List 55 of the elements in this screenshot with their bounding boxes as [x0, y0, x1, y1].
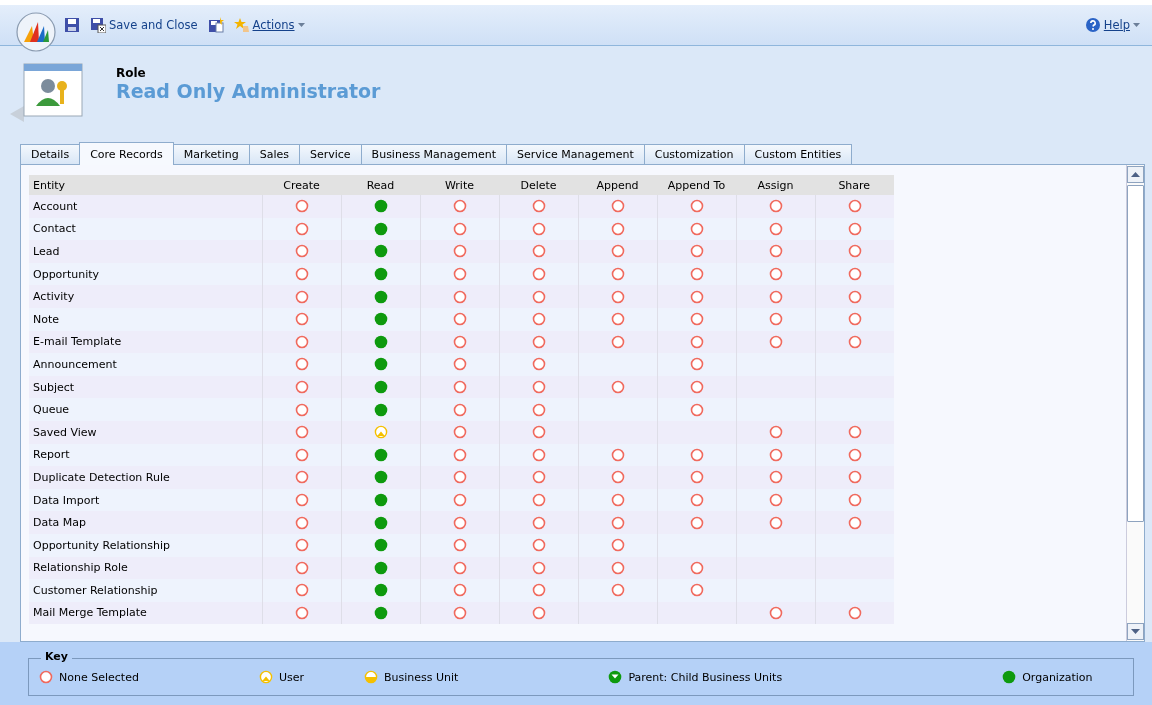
help-button[interactable]: Help	[1082, 17, 1142, 33]
column-header: Delete	[499, 175, 578, 195]
caret-icon	[1133, 23, 1140, 27]
key-label: Business Unit	[383, 670, 459, 684]
column-header: Append	[578, 175, 657, 195]
key-label: None Selected	[59, 670, 139, 684]
entity-name: E-mail Template	[29, 330, 262, 354]
column-header: Entity	[29, 175, 262, 195]
entity-name: Customer Relationship	[29, 579, 262, 602]
entity-name: Account	[29, 195, 262, 218]
entity-name: Queue	[29, 398, 262, 421]
scroll-down-button[interactable]	[1127, 623, 1144, 640]
key-label: Parent: Child Business Units	[628, 670, 783, 684]
key-label: User	[278, 670, 304, 684]
entity-name: Opportunity	[29, 262, 262, 286]
entity-name: Data Import	[29, 488, 262, 512]
column-header: Write	[420, 175, 499, 195]
column-header: Assign	[736, 175, 815, 195]
entity-name: Note	[29, 307, 262, 331]
down-arrow-icon	[1131, 629, 1140, 634]
key-title: Key	[41, 650, 72, 663]
scrollbar-thumb[interactable]	[1127, 185, 1144, 522]
column-header: Share	[815, 175, 894, 195]
logo-icon[interactable]	[16, 12, 56, 52]
save-icon[interactable]	[64, 17, 80, 33]
entity-name: Saved View	[29, 420, 262, 444]
entity-name: Subject	[29, 375, 262, 399]
save-and-close-button[interactable]: Save and Close	[88, 17, 200, 33]
record-title: Read Only Administrator	[116, 80, 381, 102]
star-icon	[233, 17, 250, 33]
entity-name: Relationship Role	[29, 556, 262, 580]
actions-button[interactable]: Actions	[231, 17, 307, 33]
entity-name: Mail Merge Template	[29, 601, 262, 625]
caret-icon	[297, 23, 305, 27]
save-close-icon	[90, 17, 106, 33]
entity-name: Report	[29, 443, 262, 467]
entity-name: Contact	[29, 217, 262, 241]
tab[interactable]: Custom Entities	[743, 144, 853, 164]
column-header: Create	[262, 175, 341, 195]
key-label: Organization	[1022, 670, 1093, 684]
tab[interactable]: Details	[20, 144, 81, 164]
up-arrow-icon	[1131, 172, 1140, 177]
column-header: Read	[341, 175, 420, 195]
entity-name: Data Map	[29, 511, 262, 534]
entity-name: Duplicate Detection Rule	[29, 466, 262, 489]
scroll-up-button[interactable]	[1127, 166, 1144, 183]
entity-name: Activity	[29, 285, 262, 308]
entity-name: Announcement	[29, 353, 262, 376]
column-header: Append To	[657, 175, 736, 195]
entity-name: Opportunity Relationship	[29, 533, 262, 557]
entity-name: Lead	[29, 240, 262, 263]
help-icon	[1084, 17, 1101, 33]
entity-type-label: Role	[116, 66, 147, 80]
tab[interactable]: Core Records	[79, 142, 174, 165]
save-new-icon[interactable]	[207, 17, 224, 33]
